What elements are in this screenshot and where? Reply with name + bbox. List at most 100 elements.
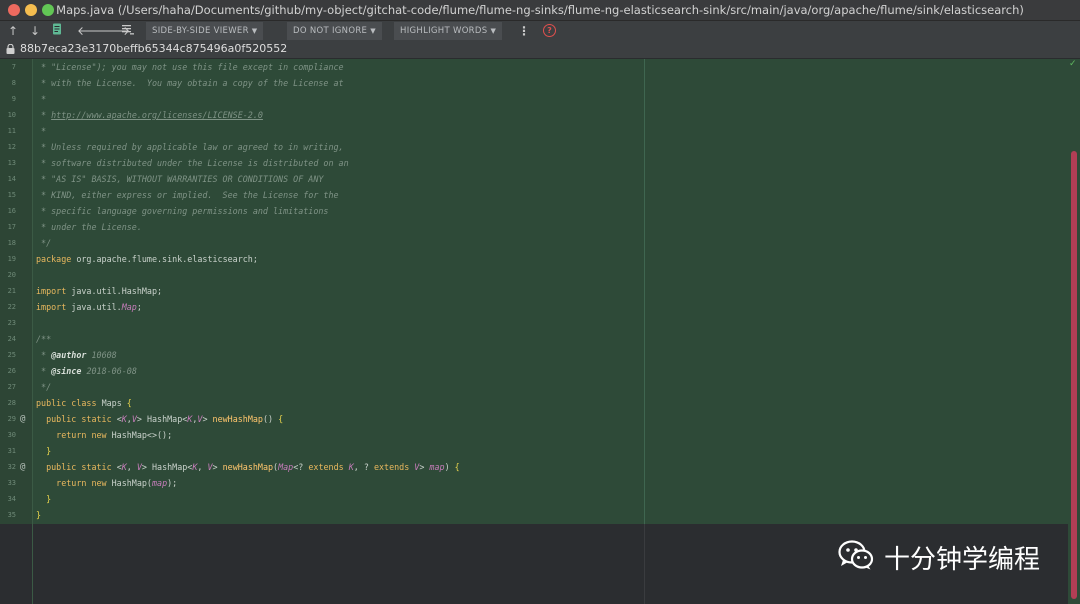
code-token: , xyxy=(197,462,208,472)
code-text: * software distributed under the License… xyxy=(36,155,349,171)
code-line[interactable]: 15 * KIND, either express or implied. Se… xyxy=(0,187,1068,203)
code-token: * KIND, either express or implied. See t… xyxy=(36,190,339,200)
line-number: 33 xyxy=(7,479,16,487)
code-line[interactable]: 9 * xyxy=(0,91,1068,107)
code-line[interactable]: 8 * with the License. You may obtain a c… xyxy=(0,75,1068,91)
override-marker-icon[interactable]: @ xyxy=(20,459,25,475)
code-token: http://www.apache.org/licenses/LICENSE-2… xyxy=(51,110,263,120)
line-number: 32 xyxy=(7,463,16,471)
chevron-down-icon: ▼ xyxy=(370,27,376,35)
code-token: import xyxy=(36,302,72,312)
list-icon[interactable] xyxy=(120,23,136,39)
line-number: 28 xyxy=(7,399,16,407)
code-token: ); xyxy=(167,478,178,488)
code-line[interactable]: 10 * http://www.apache.org/licenses/LICE… xyxy=(0,107,1068,123)
more-icon[interactable]: ⋮ xyxy=(516,23,532,39)
line-number: 12 xyxy=(7,143,16,151)
code-token: * xyxy=(36,94,47,104)
code-line[interactable]: 22 import java.util.Map; xyxy=(0,299,1068,315)
code-line[interactable]: 18 */ xyxy=(0,235,1068,251)
code-line[interactable]: 33 return new HashMap(map); xyxy=(0,475,1068,491)
code-line[interactable]: 31 } xyxy=(0,443,1068,459)
code-text: } xyxy=(36,491,51,507)
code-text: } xyxy=(36,443,51,459)
title-bar: Maps.java (/Users/haha/Documents/github/… xyxy=(0,0,1080,21)
wechat-logo-icon xyxy=(838,540,874,570)
arrow-right-icon[interactable]: 🡒 xyxy=(98,23,130,39)
code-text: * specific language governing permission… xyxy=(36,203,328,219)
code-line[interactable]: 7 * "License"); you may not use this fil… xyxy=(0,59,1068,75)
code-line[interactable]: 29 @ public static <K,V> HashMap<K,V> new… xyxy=(0,411,1068,427)
code-token: { xyxy=(454,462,460,472)
code-token: HashMap<>(); xyxy=(111,430,173,440)
code-token: * software distributed under the License… xyxy=(36,158,349,168)
code-token: extends xyxy=(308,462,349,472)
code-text: * http://www.apache.org/licenses/LICENSE… xyxy=(36,107,263,123)
code-line[interactable]: 17 * under the License. xyxy=(0,219,1068,235)
code-line[interactable]: 27 */ xyxy=(0,379,1068,395)
code-text: * @author 10608 xyxy=(36,347,117,363)
edit-source-icon[interactable] xyxy=(49,23,65,39)
highlight-words-label: HIGHLIGHT WORDS xyxy=(400,26,488,36)
code-token: ; xyxy=(136,302,142,312)
code-line[interactable]: 19 package org.apache.flume.sink.elastics… xyxy=(0,251,1068,267)
line-number: 35 xyxy=(7,511,16,519)
arrow-down-icon[interactable]: ↓ xyxy=(27,23,43,39)
arrow-up-icon[interactable]: ↑ xyxy=(5,23,21,39)
code-text: public static <K, V> HashMap<K, V> newHa… xyxy=(36,459,460,475)
line-number: 19 xyxy=(7,255,16,263)
viewer-mode-dropdown[interactable]: SIDE-BY-SIDE VIEWER ▼ xyxy=(146,22,264,40)
code-token: ) xyxy=(444,462,455,472)
code-text: return new HashMap(map); xyxy=(36,475,177,491)
chevron-down-icon: ▼ xyxy=(251,27,258,35)
override-marker-icon[interactable]: @ xyxy=(20,411,25,427)
code-line[interactable]: 13 * software distributed under the Lice… xyxy=(0,155,1068,171)
code-token: extends xyxy=(373,462,415,472)
code-token: * xyxy=(36,350,52,360)
ignore-whitespace-dropdown[interactable]: DO NOT IGNORE ▼ xyxy=(287,22,382,40)
code-line[interactable]: 28 public class Maps { xyxy=(0,395,1068,411)
arrow-left-icon[interactable]: 🡐 xyxy=(77,23,109,39)
line-number: 24 xyxy=(7,335,16,343)
highlight-words-dropdown[interactable]: HIGHLIGHT WORDS ▼ xyxy=(394,22,503,40)
code-line[interactable]: 11 * xyxy=(0,123,1068,139)
code-token: } xyxy=(46,446,52,456)
code-line[interactable]: 32 @ public static <K, V> HashMap<K, V> n… xyxy=(0,459,1068,475)
code-line[interactable]: 24 /** xyxy=(0,331,1068,347)
code-line[interactable]: 20 xyxy=(0,267,1068,283)
code-token: newHashMap xyxy=(222,462,274,472)
help-icon[interactable]: ? xyxy=(543,24,556,37)
code-token: public static xyxy=(46,462,117,472)
code-text: public class Maps { xyxy=(36,395,132,411)
line-number: 11 xyxy=(7,127,16,135)
gutter-empty-area xyxy=(0,524,32,604)
code-line[interactable]: 34 } xyxy=(0,491,1068,507)
code-line[interactable]: 30 return new HashMap<>(); xyxy=(0,427,1068,443)
code-token: > HashMap< xyxy=(136,414,188,424)
vertical-scrollbar-thumb[interactable] xyxy=(1071,151,1077,599)
line-number: 13 xyxy=(7,159,16,167)
code-line[interactable]: 25 * @author 10608 xyxy=(0,347,1068,363)
check-icon: ✓ xyxy=(1069,59,1077,69)
code-editor[interactable]: 7 * "License"); you may not use this fil… xyxy=(0,59,1080,604)
line-number: 16 xyxy=(7,207,16,215)
code-line[interactable]: 12 * Unless required by applicable law o… xyxy=(0,139,1068,155)
code-token: 2018-06-08 xyxy=(81,366,137,376)
code-line[interactable]: 16 * specific language governing permiss… xyxy=(0,203,1068,219)
code-line[interactable]: 21 import java.util.HashMap; xyxy=(0,283,1068,299)
code-token: */ xyxy=(36,382,52,392)
code-token: <? xyxy=(293,462,309,472)
line-number: 15 xyxy=(7,191,16,199)
code-token: * xyxy=(36,366,52,376)
code-token: * under the License. xyxy=(36,222,142,232)
code-line[interactable]: 35} xyxy=(0,507,1068,523)
diff-toolbar: ↑ ↓ 🡐 🡒 SIDE-BY-SIDE VIEWER ▼ DO NOT IGNO… xyxy=(0,21,1080,41)
line-number: 10 xyxy=(7,111,16,119)
code-text: * xyxy=(36,123,46,139)
code-line[interactable]: 23 xyxy=(0,315,1068,331)
code-line[interactable]: 14 * "AS IS" BASIS, WITHOUT WARRANTIES O… xyxy=(0,171,1068,187)
code-token: > xyxy=(202,414,213,424)
code-line[interactable]: 26 * @since 2018-06-08 xyxy=(0,363,1068,379)
line-number: 9 xyxy=(11,95,16,103)
